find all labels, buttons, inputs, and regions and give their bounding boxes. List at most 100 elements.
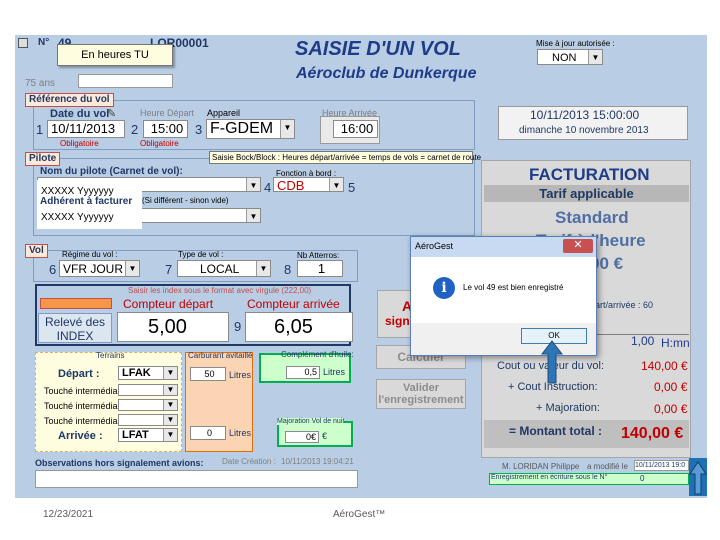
terrain-departure-select[interactable]: LFAK ▼: [118, 366, 178, 380]
pointer-arrow-icon: [540, 340, 564, 384]
aircraft-select[interactable]: F-GDEM ▼: [206, 119, 295, 139]
majoration-value: 0,00 €: [654, 402, 688, 416]
intermediate-select-1[interactable]: ▼: [118, 384, 178, 396]
end-counter-field[interactable]: 6,05: [245, 312, 353, 342]
chevron-down-icon[interactable]: ▼: [329, 178, 343, 191]
departure-time-field[interactable]: 15:00: [143, 120, 188, 138]
chevron-down-icon[interactable]: ▼: [163, 367, 177, 379]
modified-date: 10/11/2013 19:0: [634, 460, 689, 471]
duration-unit: H:mn: [661, 336, 690, 350]
observations-field[interactable]: [35, 470, 358, 488]
total-value: 140,00 €: [621, 425, 684, 442]
oil-field[interactable]: 0,5: [286, 366, 320, 379]
terrains-label: Terrains: [96, 351, 125, 360]
message-dialog: AéroGest ✕ i Le vol 49 est bien enregist…: [410, 236, 597, 356]
date-required: Obligatoire: [60, 139, 99, 148]
landings-field[interactable]: 1: [297, 260, 343, 277]
terrain-departure-label: Départ :: [58, 368, 100, 380]
payer-value: XXXXX Yyyyyyy: [41, 212, 114, 223]
fuel-unit-1: Litres: [229, 370, 252, 380]
majoration-label: + Majoration:: [536, 402, 600, 414]
modified-by: M. LORIDAN Philippe: [502, 462, 580, 471]
end-counter-label: Compteur arrivée: [247, 297, 340, 311]
total-label: = Montant total :: [509, 424, 602, 438]
oil-unit: Litres: [323, 367, 346, 377]
night-field[interactable]: 0€: [285, 431, 319, 443]
terrain-departure-value: LFAK: [122, 367, 151, 379]
departure-label: Heure Départ: [140, 108, 195, 118]
chevron-down-icon[interactable]: ▼: [163, 429, 177, 441]
number-label: N°: [38, 37, 50, 48]
close-icon[interactable]: ✕: [563, 239, 593, 253]
type-value: LOCAL: [200, 262, 240, 276]
regime-select[interactable]: VFR JOUR ▼: [59, 260, 140, 277]
age-label: 75 ans: [25, 78, 56, 89]
intermediate-select-2[interactable]: ▼: [118, 399, 178, 411]
fuel-unit-2: Litres: [229, 428, 252, 438]
readings-label: Relevé des INDEX: [38, 313, 112, 343]
step-9: 9: [234, 319, 242, 334]
step-2: 2: [131, 122, 139, 137]
step-5: 5: [348, 180, 356, 195]
tooltip-hours-tu: En heures TU: [57, 44, 173, 66]
payer-label: Adhérent à facturer: [40, 196, 133, 207]
update-label: Mise à jour autorisée :: [536, 39, 615, 48]
step-3: 3: [195, 122, 203, 137]
chevron-down-icon[interactable]: ▼: [246, 209, 260, 222]
record-value: 0: [640, 474, 645, 483]
datetime-display: 10/11/2013 15:00:00: [530, 108, 640, 122]
night-unit: €: [322, 431, 328, 441]
type-select[interactable]: LOCAL ▼: [177, 260, 271, 277]
chevron-down-icon[interactable]: ▼: [163, 385, 177, 395]
payer-note: (Si différent - sinon vide): [142, 196, 229, 205]
oil-label: Complément d'huile:: [281, 350, 354, 359]
validate-button[interactable]: Valider l'enregistrement: [376, 379, 466, 409]
page-title: SAISIE D'UN VOL: [295, 38, 461, 60]
terrain-arrival-select[interactable]: LFAT ▼: [118, 428, 178, 442]
fuel-label: Carburant avitaillé: [188, 351, 253, 360]
chevron-down-icon[interactable]: ▼: [256, 261, 270, 276]
footer-date: 12/23/2021: [43, 509, 94, 520]
night-label: Majoration Vol de nuit: [277, 418, 345, 425]
sign-button-label: sign: [385, 314, 410, 328]
fuel-field-2[interactable]: 0: [190, 426, 226, 440]
function-select[interactable]: CDB ▼: [273, 177, 344, 193]
footer-app: AéroGest™: [333, 509, 386, 520]
landings-label: Nb Atterros:: [297, 251, 340, 260]
observations-label: Observations hors signalement avions:: [35, 458, 204, 468]
pilot-tooltip: Saisie Bock/Block : Heures départ/arrivé…: [209, 151, 481, 164]
chevron-down-icon[interactable]: ▼: [588, 50, 602, 64]
billing-title: FACTURATION: [529, 165, 650, 184]
type-label: Type de vol :: [178, 250, 224, 259]
duration-value: 1,00: [631, 334, 655, 348]
chevron-down-icon[interactable]: ▼: [125, 261, 139, 276]
intermediate-select-3[interactable]: ▼: [118, 414, 178, 426]
record-selector-icon[interactable]: [18, 38, 28, 48]
pilot-label: Nom du pilote (Carnet de vol):: [40, 166, 183, 177]
terrain-arrival-label: Arrivée :: [58, 430, 103, 442]
index-status-bar: [40, 298, 112, 309]
function-value: CDB: [277, 178, 305, 193]
departure-required: Obligatoire: [140, 139, 179, 148]
fuel-field-1[interactable]: 50: [190, 367, 226, 381]
date-field[interactable]: 10/11/2013: [47, 120, 125, 138]
chevron-down-icon[interactable]: ▼: [246, 178, 260, 191]
age-field[interactable]: [78, 74, 173, 88]
update-select[interactable]: NON ▼: [537, 49, 603, 65]
dialog-message: Le vol 49 est bien enregistré: [463, 283, 564, 292]
chevron-down-icon[interactable]: ▼: [280, 120, 294, 138]
tariff-value: Standard: [555, 208, 629, 227]
scroll-arrow-icon[interactable]: [689, 458, 707, 496]
tariff-label: Tarif applicable: [484, 185, 689, 202]
chevron-down-icon[interactable]: ▼: [163, 400, 177, 410]
start-counter-label: Compteur départ: [123, 297, 214, 311]
record-label: Enregistrement en écriture sous le N°: [491, 474, 608, 481]
aircraft-label: Appareil: [207, 108, 241, 118]
start-counter-field[interactable]: 5,00: [117, 312, 229, 342]
cost-value: 140,00 €: [641, 359, 688, 373]
chevron-down-icon[interactable]: ▼: [163, 415, 177, 425]
pilot-section-label: Pilote: [25, 152, 61, 166]
terrain-arrival-value: LFAT: [122, 429, 149, 441]
creation-value: 10/11/2013 19:04:21: [281, 457, 354, 466]
arrival-time-field[interactable]: 16:00: [333, 120, 378, 138]
